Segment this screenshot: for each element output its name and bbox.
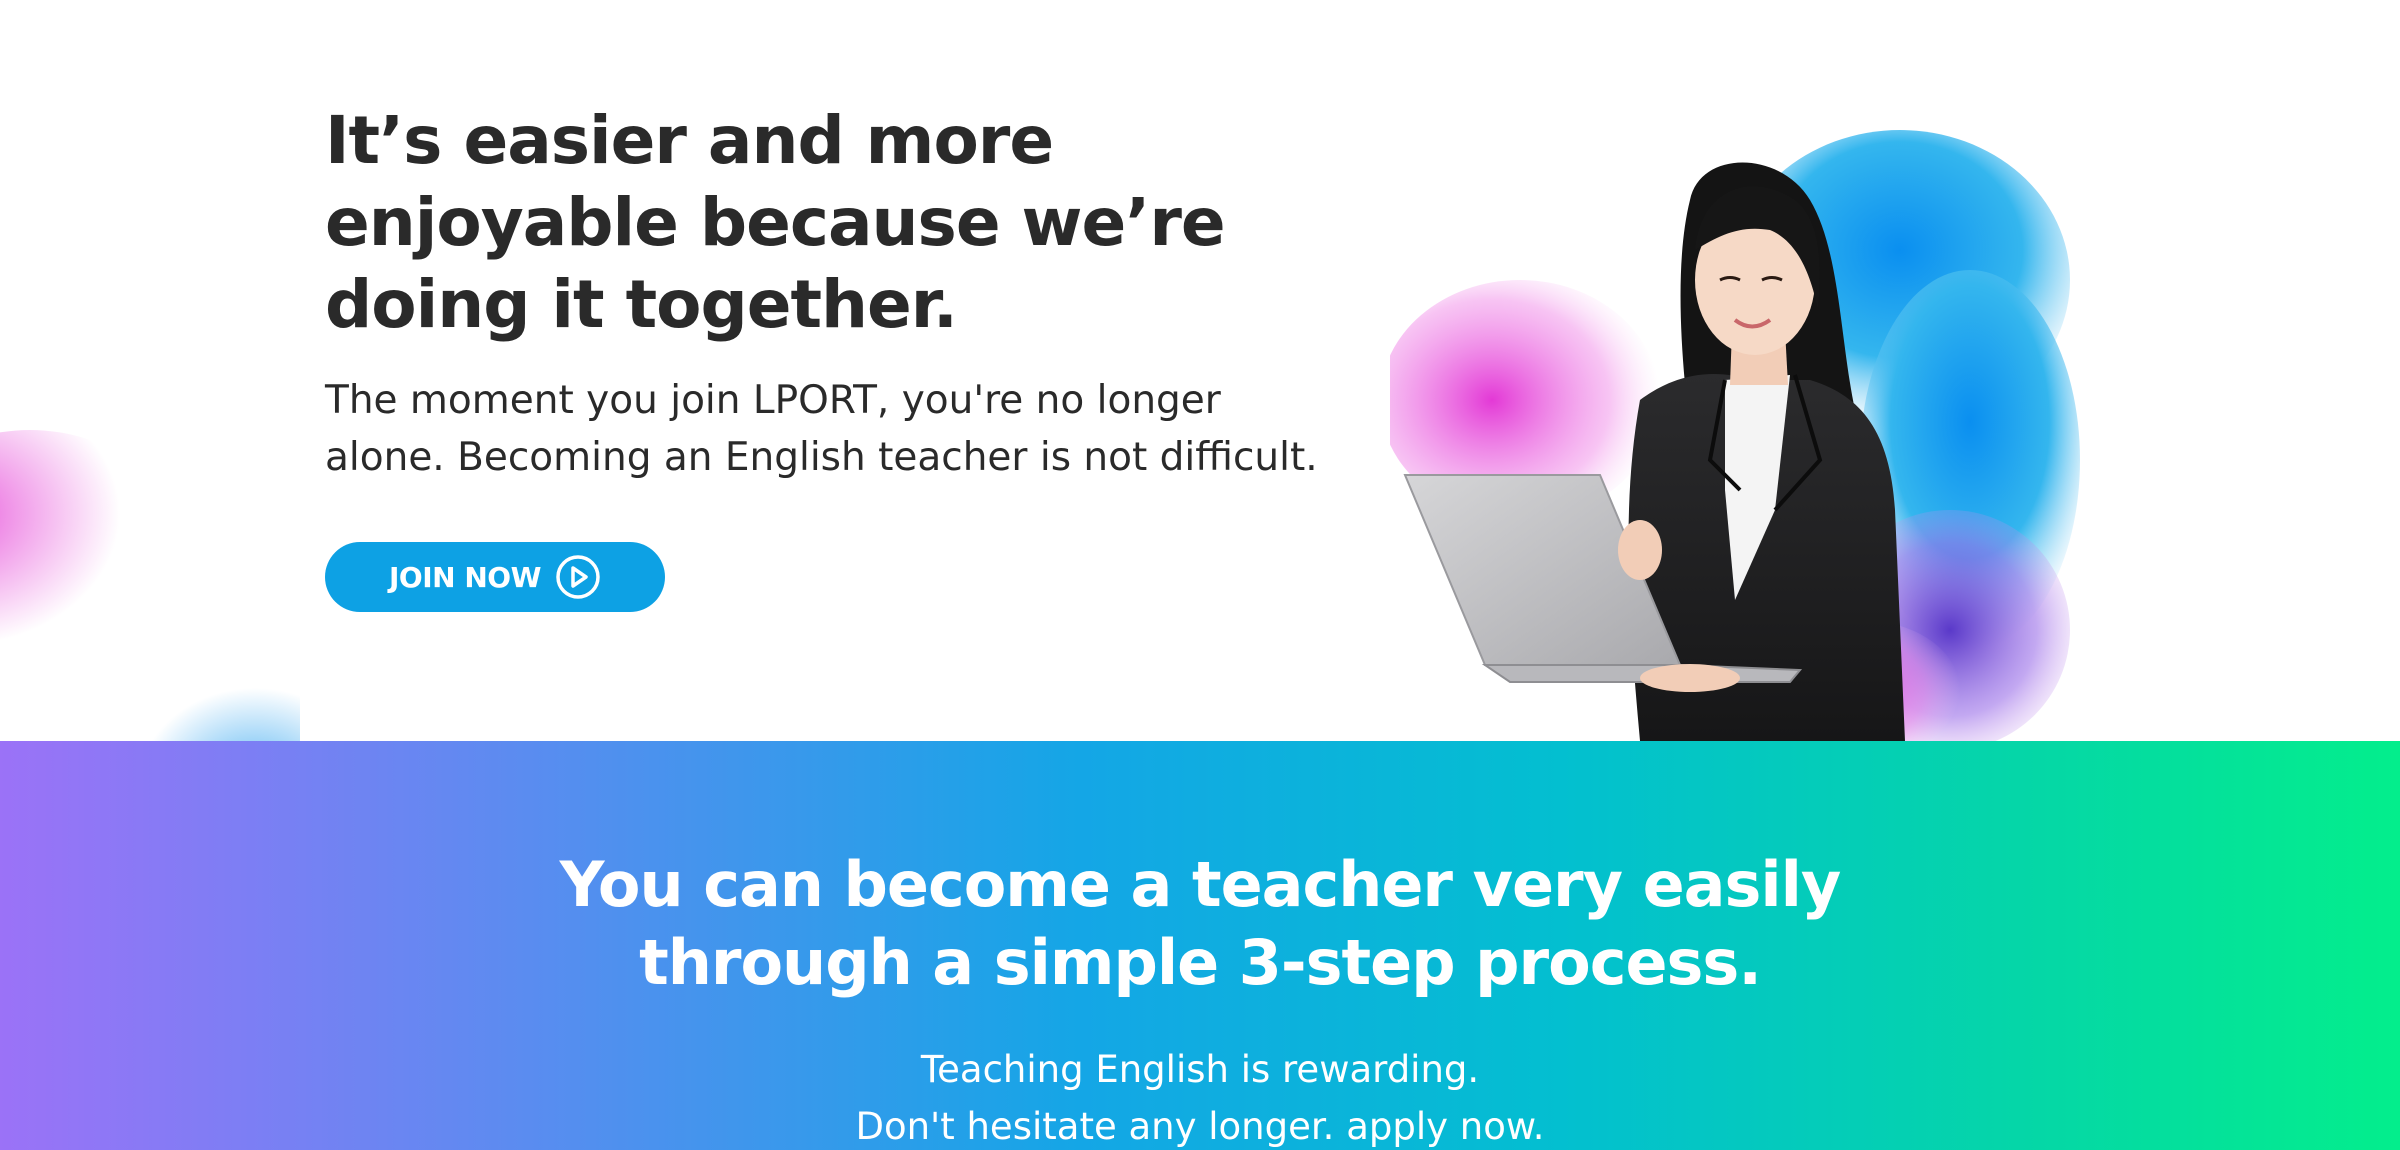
process-title-line: through a simple 3-step process. [639,926,1762,999]
teacher-with-laptop-illustration [1390,130,2080,741]
play-circle-icon [556,555,600,599]
process-title-line: You can become a teacher very easily [559,848,1842,921]
decorative-gradient-blob-left [0,430,300,741]
hero-subtitle: The moment you join LPORT, you're no lon… [325,372,1355,486]
process-subtitle-line: Don't hesitate any longer. apply now. [855,1105,1545,1148]
process-subtitle-line: Teaching English is rewarding. [920,1048,1480,1091]
process-subtitle: Teaching English is rewarding. Don't hes… [0,1041,2400,1150]
process-section: You can become a teacher very easily thr… [0,741,2400,1150]
hero-subtitle-line: alone. Becoming an English teacher is no… [325,435,1318,480]
hero-title: It’s easier and more enjoyable because w… [325,100,1305,346]
join-now-button[interactable]: JOIN NOW [325,542,665,612]
hero-title-line: enjoyable because we’re [325,184,1226,261]
hero-section: It’s easier and more enjoyable because w… [0,0,2400,741]
hero-title-line: doing it together. [325,266,958,343]
join-now-label: JOIN NOW [389,560,541,594]
hero-title-line: It’s easier and more [325,102,1054,179]
hero-text-block: It’s easier and more enjoyable because w… [325,100,1375,486]
hero-subtitle-line: The moment you join LPORT, you're no lon… [325,378,1221,423]
process-title: You can become a teacher very easily thr… [0,846,2400,1002]
